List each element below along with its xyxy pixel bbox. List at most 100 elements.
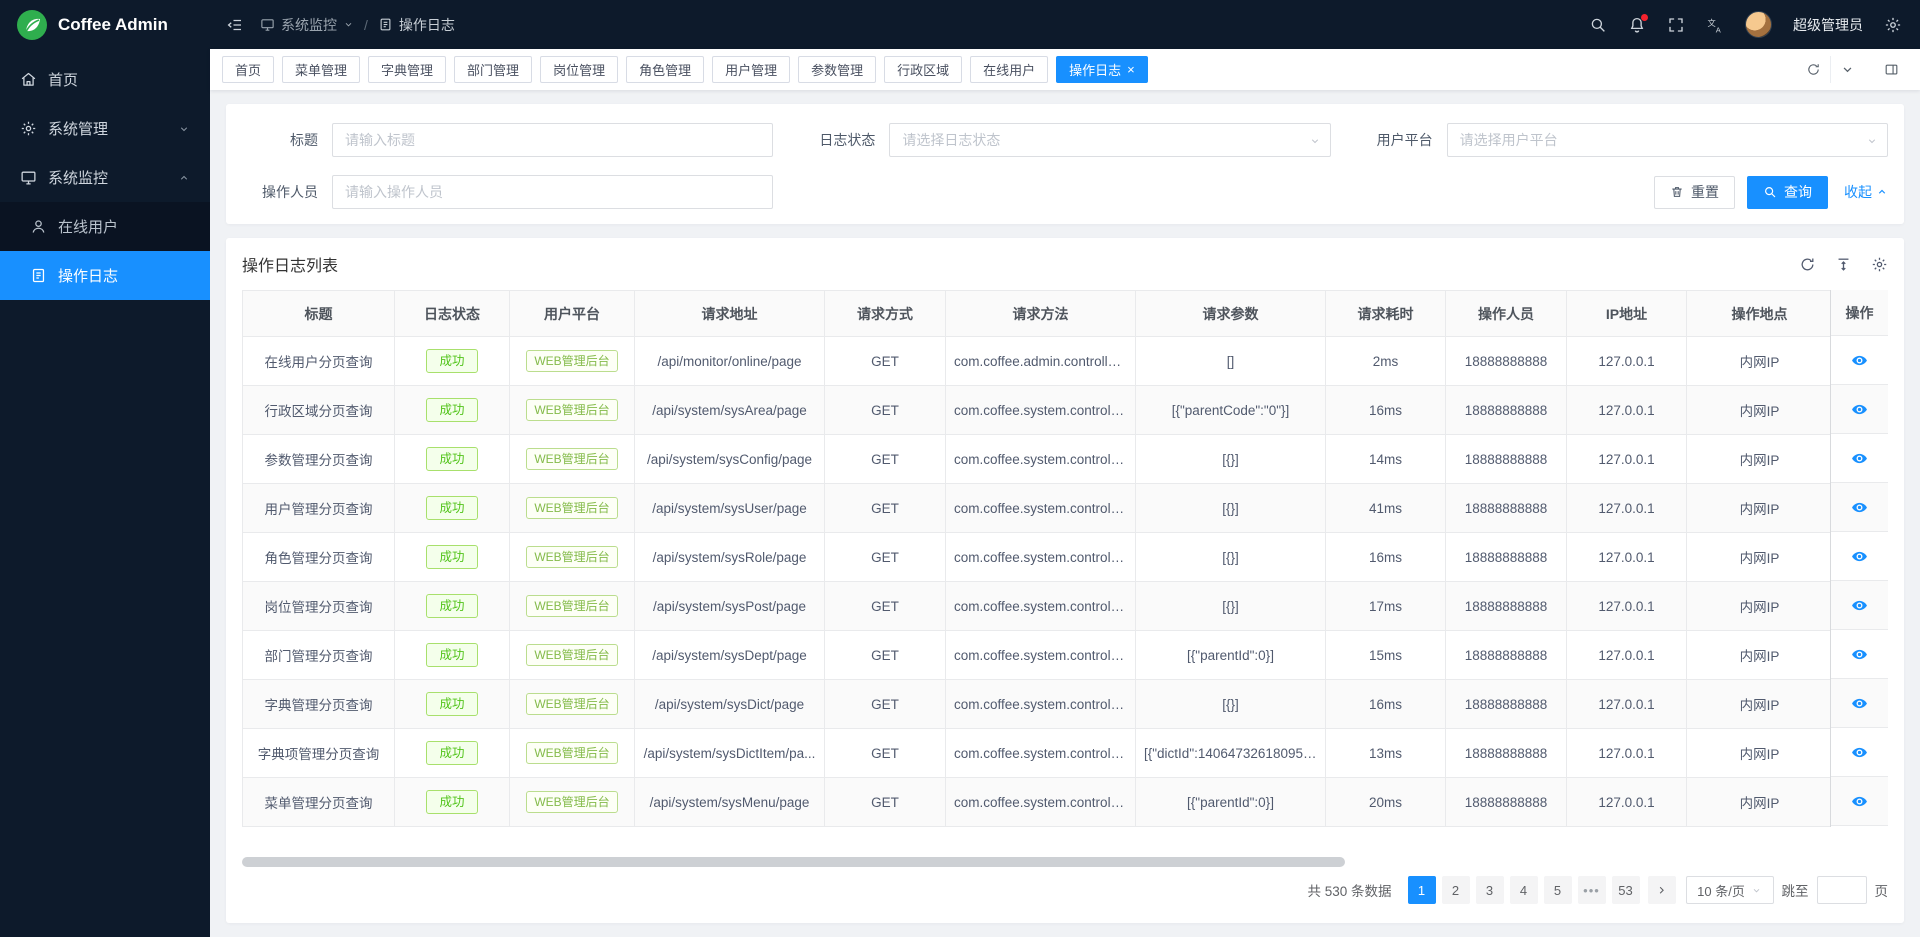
cell-title: 用户管理分页查询	[243, 484, 395, 533]
status-select-input[interactable]	[889, 123, 1330, 157]
tab-item[interactable]: 行政区域	[884, 56, 962, 83]
reset-button[interactable]: 重置	[1654, 176, 1735, 209]
page-button[interactable]: 5	[1544, 876, 1572, 904]
translate-icon[interactable]: 文A	[1706, 16, 1724, 34]
cell-handler: com.coffee.system.controlle...	[946, 435, 1136, 484]
cell-platform: WEB管理后台	[510, 680, 635, 729]
trash-icon	[1670, 185, 1684, 199]
refresh-tab-icon[interactable]	[1796, 56, 1830, 83]
cell-method: GET	[825, 484, 946, 533]
table-title: 操作日志列表	[242, 252, 338, 276]
sidebar-item-operation-logs[interactable]: 操作日志	[0, 251, 210, 300]
sidebar-item-system-manage[interactable]: 系统管理	[0, 104, 210, 153]
cell-handler: com.coffee.system.controlle...	[946, 729, 1136, 778]
operator-input[interactable]	[332, 175, 773, 209]
title-input[interactable]	[332, 123, 773, 157]
sidebar-submenu: 在线用户操作日志	[0, 202, 210, 300]
cell-platform: WEB管理后台	[510, 533, 635, 582]
view-detail-eye-icon[interactable]	[1851, 450, 1868, 467]
refresh-icon[interactable]	[1799, 256, 1816, 273]
user-avatar[interactable]	[1745, 11, 1772, 38]
tab-label: 角色管理	[639, 60, 691, 79]
cell-operator: 18888888888	[1446, 778, 1567, 827]
cell-action	[1831, 336, 1888, 385]
view-detail-eye-icon[interactable]	[1851, 646, 1868, 663]
column-settings-icon[interactable]	[1871, 256, 1888, 273]
fullscreen-icon[interactable]	[1667, 16, 1685, 34]
view-detail-eye-icon[interactable]	[1851, 352, 1868, 369]
cell-url: /api/system/sysMenu/page	[635, 778, 825, 827]
page-button[interactable]: 3	[1476, 876, 1504, 904]
table-scroll-area: 标题日志状态用户平台请求地址请求方式请求方法请求参数请求耗时操作人员IP地址操作…	[242, 290, 1888, 827]
settings-gear-icon[interactable]	[1884, 16, 1902, 34]
layout-icon[interactable]	[1874, 56, 1908, 83]
tab-bar: 首页菜单管理字典管理 部门管理 岗位管理 角色管理 用户管理参数管理行政区域在线用户操作…	[210, 49, 1920, 90]
cell-time: 17ms	[1326, 582, 1446, 631]
view-detail-eye-icon[interactable]	[1851, 548, 1868, 565]
cell-time: 16ms	[1326, 533, 1446, 582]
row-height-icon[interactable]	[1835, 256, 1852, 273]
tab-options-chevron-icon[interactable]	[1830, 56, 1864, 83]
filter-operator-field: 操作人员	[242, 175, 773, 209]
tab-item[interactable]: 菜单管理	[282, 56, 360, 83]
view-detail-eye-icon[interactable]	[1851, 695, 1868, 712]
monitor-icon	[20, 169, 37, 186]
tab-item[interactable]: 操作日志×	[1056, 56, 1148, 83]
sidebar-item-system-monitor[interactable]: 系统监控	[0, 153, 210, 202]
cell-title: 行政区域分页查询	[243, 386, 395, 435]
view-detail-eye-icon[interactable]	[1851, 744, 1868, 761]
scrollbar-thumb[interactable]	[242, 857, 1345, 867]
page-button[interactable]: 53	[1612, 876, 1640, 904]
top-header: 系统监控 / 操作日志 文A	[210, 0, 1920, 49]
table-row: 参数管理分页查询成功WEB管理后台/api/system/sysConfig/p…	[243, 435, 1833, 484]
tab-label: 部门管理	[467, 60, 519, 79]
view-detail-eye-icon[interactable]	[1851, 597, 1868, 614]
page-button[interactable]: 4	[1510, 876, 1538, 904]
search-icon[interactable]	[1589, 16, 1607, 34]
column-header-method: 请求方式	[825, 291, 946, 337]
status-select[interactable]	[889, 123, 1330, 157]
page-size-select[interactable]: 10 条/页	[1686, 876, 1774, 904]
status-badge: 成功	[426, 398, 477, 423]
view-detail-eye-icon[interactable]	[1851, 499, 1868, 516]
view-detail-eye-icon[interactable]	[1851, 401, 1868, 418]
filter-title-field: 标题	[242, 123, 773, 157]
sidebar-item-home[interactable]: 首页	[0, 55, 210, 104]
platform-select[interactable]	[1447, 123, 1888, 157]
page-ellipsis[interactable]: •••	[1578, 876, 1606, 904]
column-header-action: 操作	[1831, 290, 1888, 336]
cell-title: 在线用户分页查询	[243, 337, 395, 386]
tab-item[interactable]: 首页	[222, 56, 274, 83]
tab-item[interactable]: 用户管理	[712, 56, 790, 83]
page-button[interactable]: 1	[1408, 876, 1436, 904]
chevron-up-icon	[1876, 186, 1888, 198]
page-button[interactable]: 2	[1442, 876, 1470, 904]
platform-badge: WEB管理后台	[526, 546, 617, 568]
tab-item[interactable]: 部门管理	[454, 56, 532, 83]
collapse-filters-link[interactable]: 收起	[1844, 182, 1888, 202]
tab-item[interactable]: 参数管理	[798, 56, 876, 83]
app-logo[interactable]: Coffee Admin	[0, 0, 210, 49]
tab-item[interactable]: 岗位管理	[540, 56, 618, 83]
cell-params: [{}]	[1136, 484, 1326, 533]
sidebar-item-online-users[interactable]: 在线用户	[0, 202, 210, 251]
horizontal-scrollbar[interactable]	[242, 857, 1888, 867]
tab-item[interactable]: 角色管理	[626, 56, 704, 83]
table-row: 角色管理分页查询成功WEB管理后台/api/system/sysRole/pag…	[243, 533, 1833, 582]
user-name[interactable]: 超级管理员	[1793, 15, 1863, 35]
view-detail-eye-icon[interactable]	[1851, 793, 1868, 810]
tab-item[interactable]: 字典管理	[368, 56, 446, 83]
breadcrumb-parent[interactable]: 系统监控	[260, 15, 354, 35]
app-root: Coffee Admin 首页系统管理系统监控在线用户操作日志 系统监控 /	[0, 0, 1920, 937]
menu-fold-icon[interactable]	[226, 16, 244, 34]
platform-select-input[interactable]	[1447, 123, 1888, 157]
tab-item[interactable]: 在线用户	[970, 56, 1048, 83]
status-badge: 成功	[426, 447, 477, 472]
cell-platform: WEB管理后台	[510, 778, 635, 827]
query-button[interactable]: 查询	[1747, 176, 1828, 209]
notification-bell-icon[interactable]	[1628, 16, 1646, 34]
tab-close-icon[interactable]: ×	[1127, 63, 1135, 76]
jump-page-input[interactable]	[1817, 876, 1867, 904]
next-page-button[interactable]	[1648, 876, 1676, 904]
coffee-logo-icon	[16, 9, 48, 41]
